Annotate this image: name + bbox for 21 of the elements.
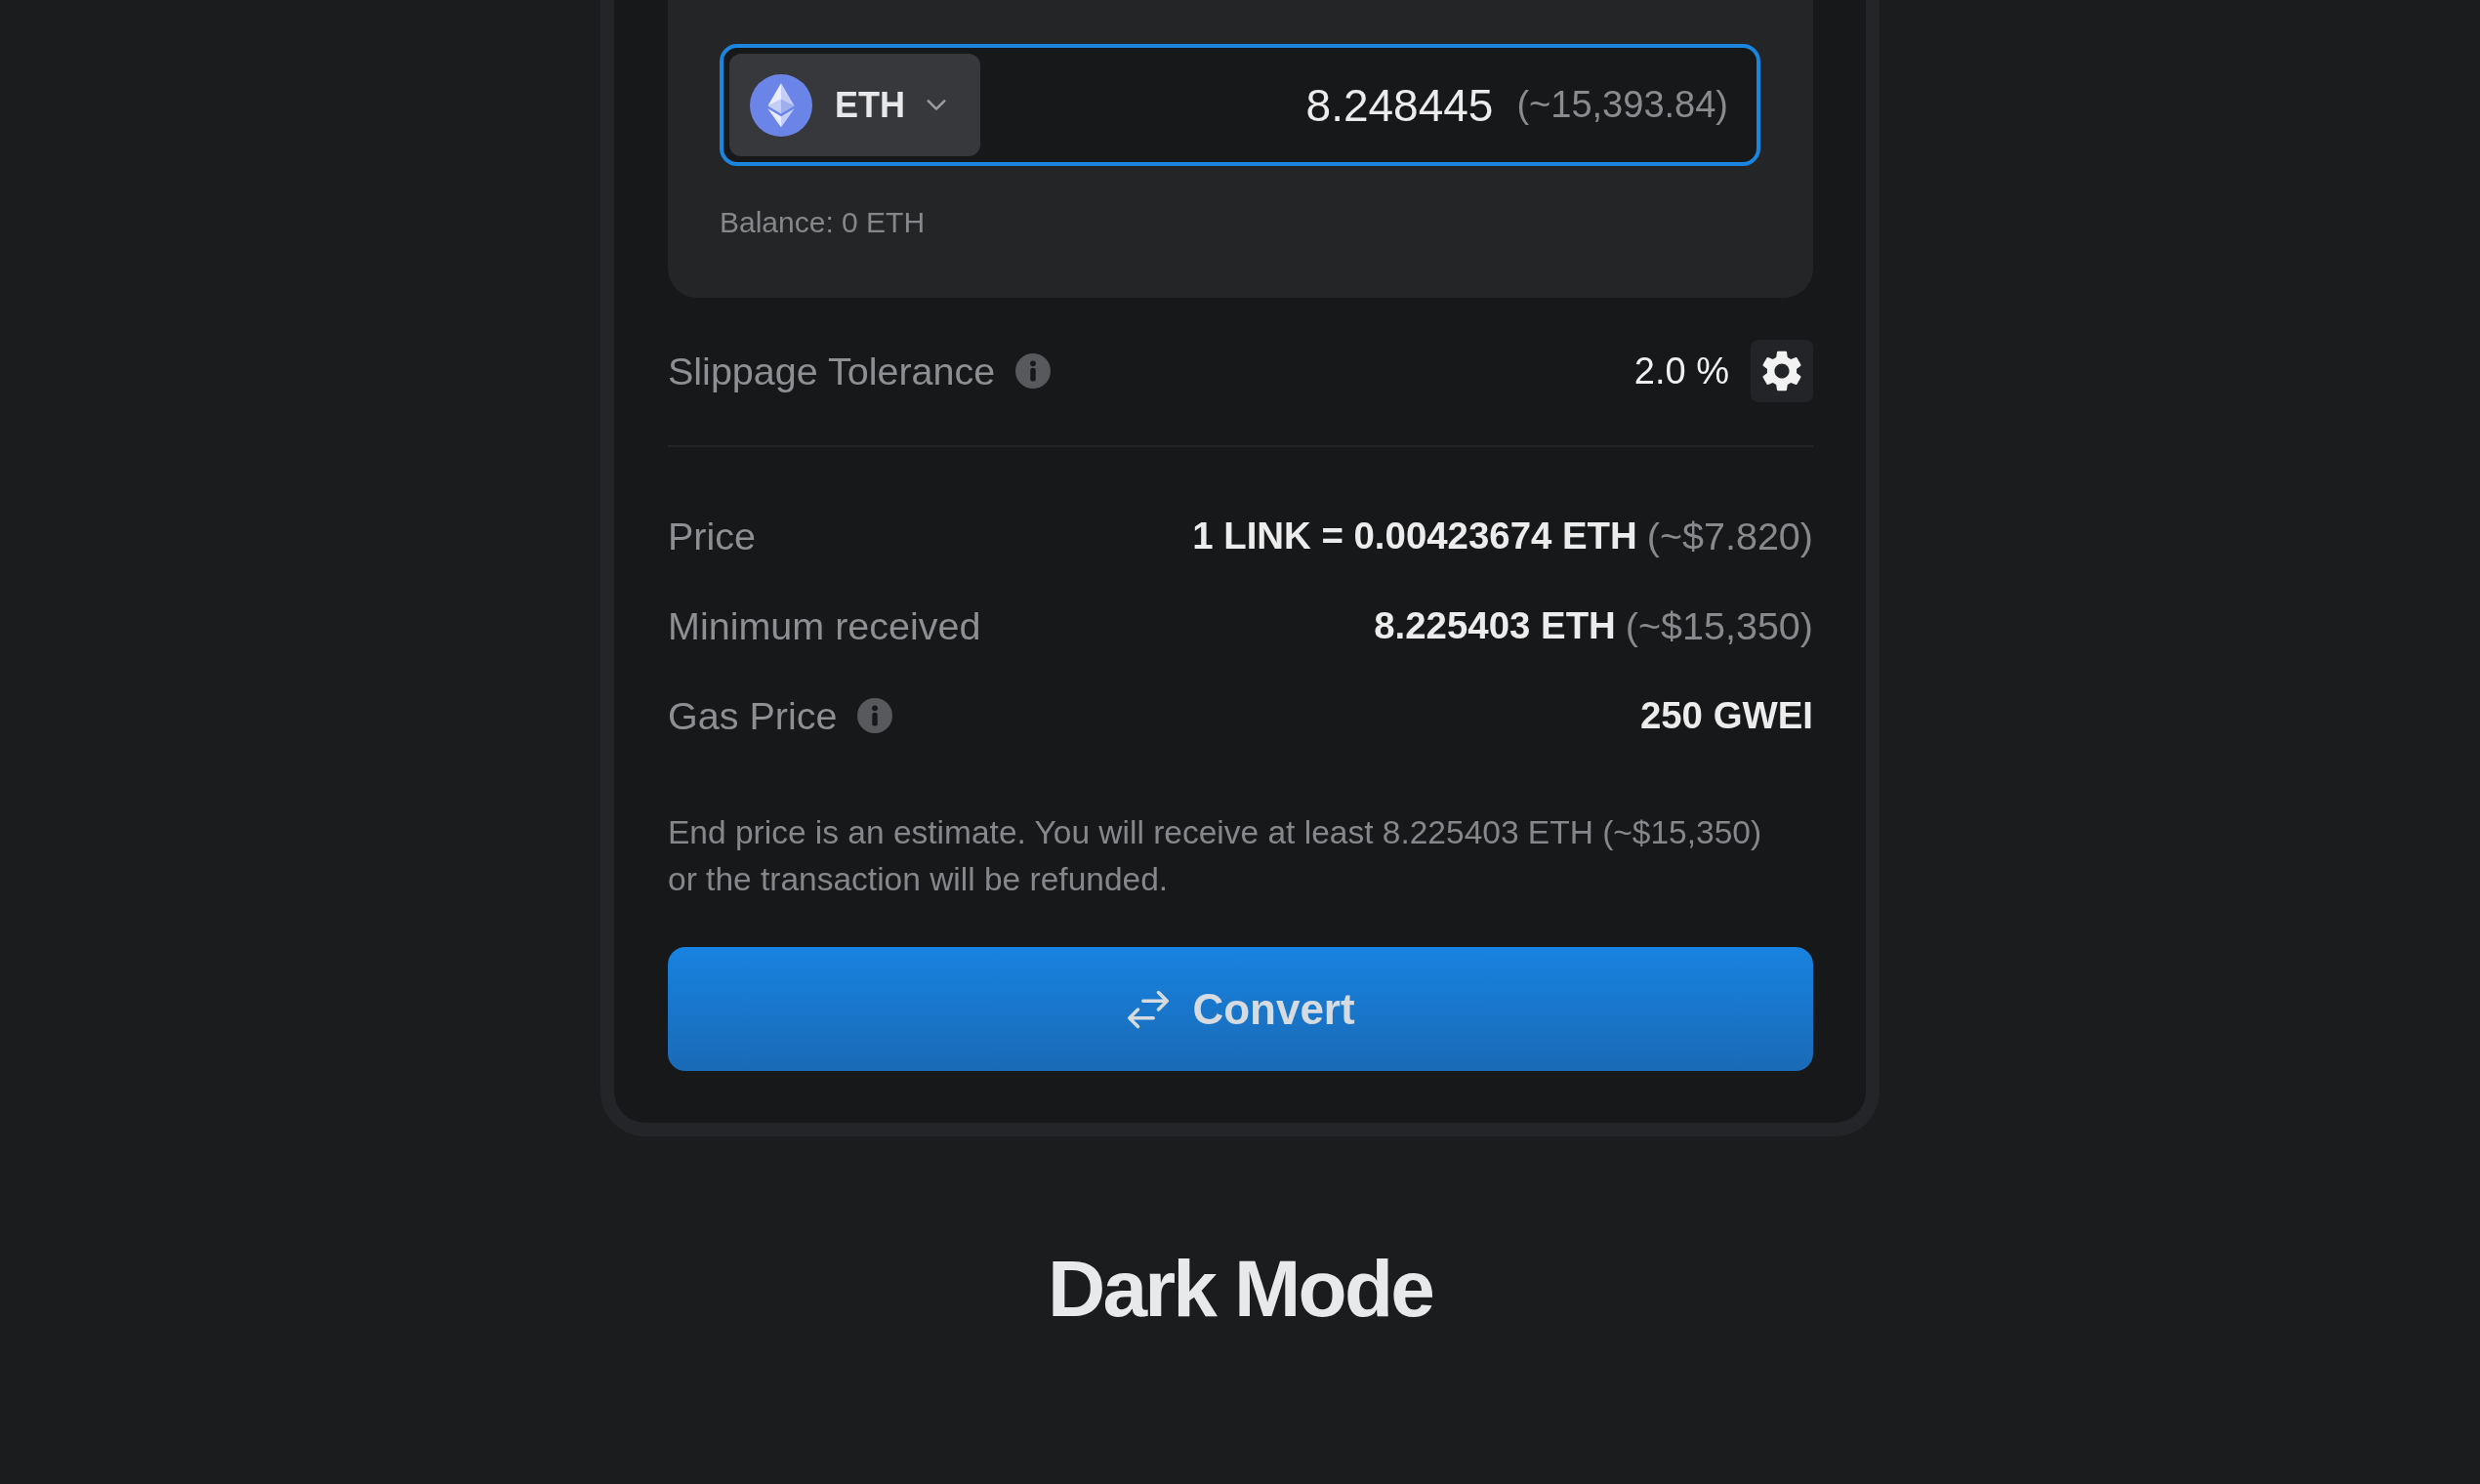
fiat-estimate: (~15,393.84) [1516, 84, 1728, 126]
settings-button[interactable] [1751, 340, 1813, 402]
fiat-estimate: (~$7.820) [1646, 514, 1813, 558]
swap-arrows-icon [1126, 988, 1172, 1030]
fiat-estimate: (~$15,350) [1625, 603, 1813, 648]
caption-title: Dark Mode [1048, 1243, 1432, 1335]
token-selector[interactable]: ETH [729, 54, 980, 156]
detail-value: 1 LINK = 0.00423674 ETH [1192, 515, 1637, 557]
detail-label: Price [668, 514, 756, 559]
slippage-value: 2.0 % [1633, 350, 1729, 392]
settings-icon [1762, 350, 1801, 392]
disclaimer-text: End price is an estimate. You will receive at least 8.225403 ETH (~$15,350) or the transaction will be refunded. [668, 813, 1763, 899]
chevron-down-icon [927, 100, 946, 110]
detail-label: Minimum received [668, 603, 981, 649]
coin-icon [750, 73, 812, 137]
slippage-label: Slippage Tolerance [668, 349, 996, 394]
amount-field[interactable]: ETH 8.248445 (~15,393.84) [720, 44, 1760, 166]
balance-text: Balance: 0 ETH [720, 205, 927, 240]
detail-value: 8.225403 ETH [1374, 604, 1616, 647]
detail-value: 250 GWEI [1639, 694, 1813, 737]
detail-label: Gas Price [668, 693, 838, 739]
